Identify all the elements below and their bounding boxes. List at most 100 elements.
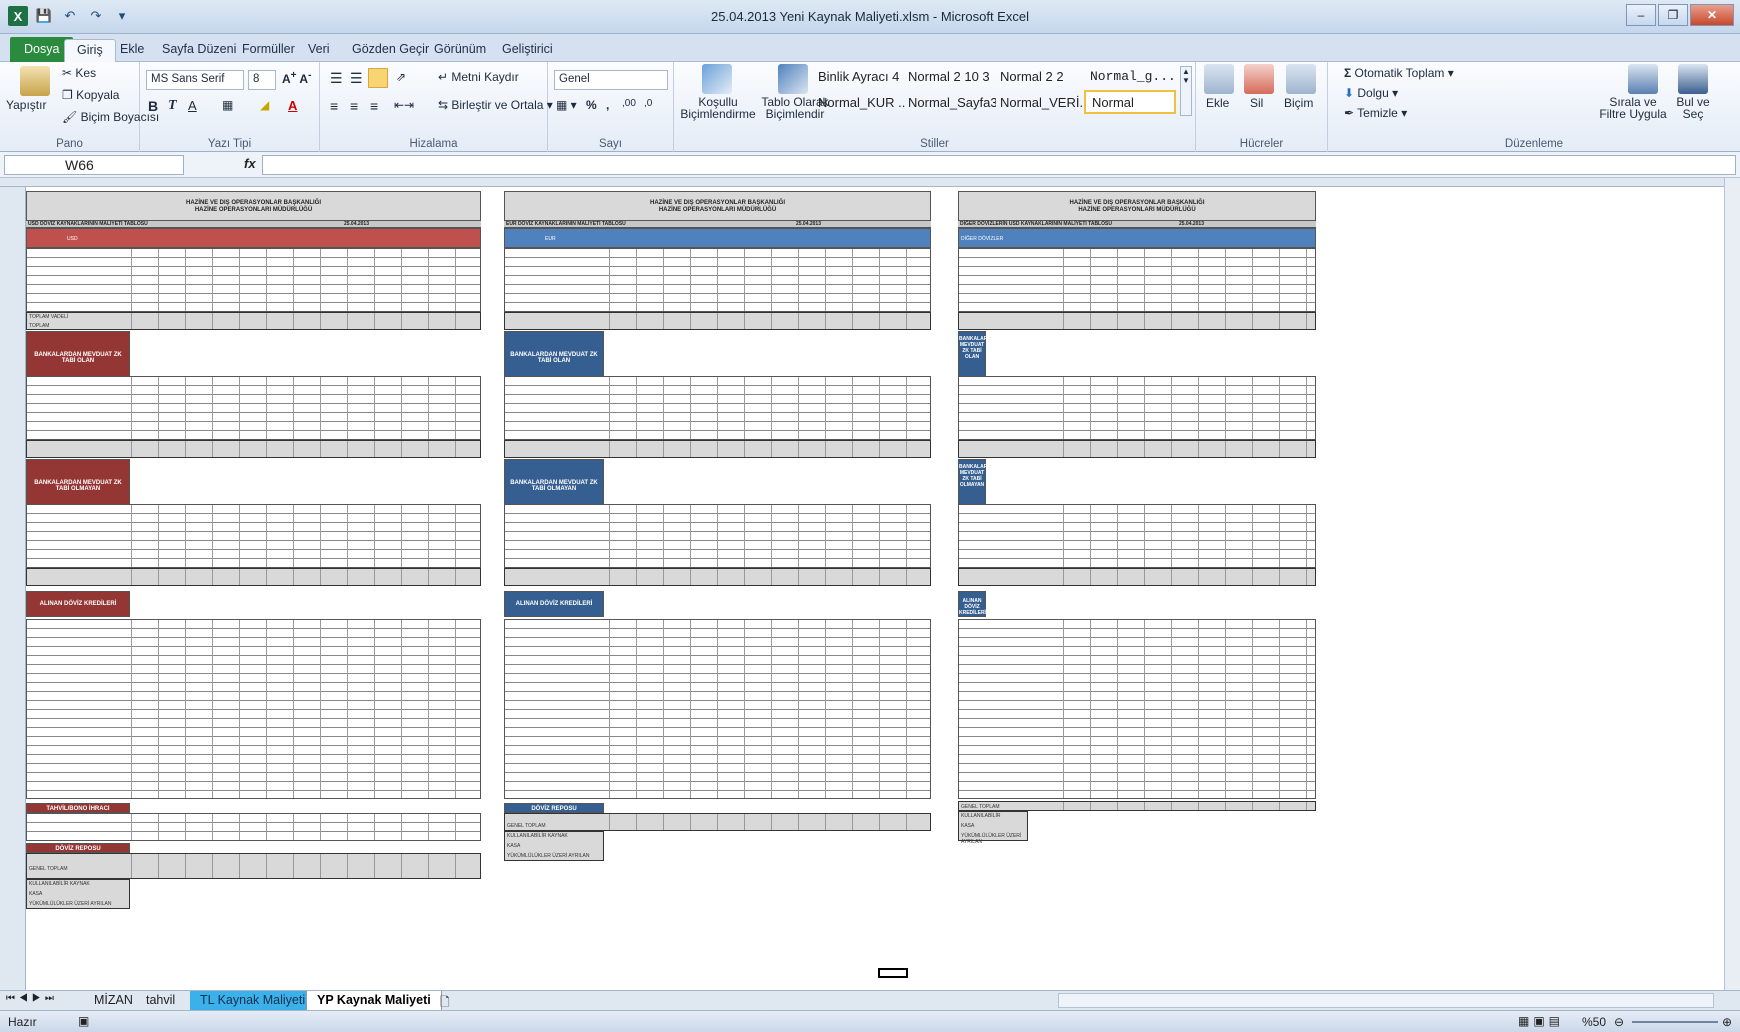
merge-center-button[interactable]: ⇆ Birleştir ve Ortala ▾	[438, 98, 553, 112]
style-normal-2-2[interactable]: Normal 2 2	[994, 66, 1088, 90]
align-bottom-icon[interactable]	[368, 68, 388, 88]
cut-button[interactable]: ✂ Kes	[62, 66, 96, 80]
grid-column-line	[293, 377, 294, 439]
grid-column-line	[131, 620, 132, 798]
insert-function-icon[interactable]: fx	[244, 156, 256, 171]
style-normal-g[interactable]: Normal_g...	[1084, 66, 1178, 90]
comma-icon[interactable]: ,	[606, 98, 609, 112]
insert-cells-icon[interactable]	[1204, 64, 1234, 94]
zoom-in-icon[interactable]: ⊕	[1722, 1015, 1732, 1029]
styles-scroll-icon[interactable]: ▲ ▼	[1180, 66, 1192, 116]
fill-button[interactable]: ⬇ Dolgu ▾	[1344, 86, 1398, 100]
grid-column-line	[1198, 802, 1199, 810]
style-normal-sayfa3[interactable]: Normal_Sayfa3	[902, 92, 996, 116]
underline-button[interactable]: A	[188, 98, 197, 113]
grid-column-line	[374, 505, 375, 567]
grid-column-line	[158, 377, 159, 439]
fill-color-icon[interactable]: ◢	[260, 98, 269, 112]
find-select-button[interactable]: Bul ve Seç	[1670, 96, 1716, 120]
conditional-format-button[interactable]: Koşullu Biçimlendirme	[674, 96, 762, 120]
align-left-icon[interactable]: ≡	[330, 98, 338, 114]
view-buttons-icon[interactable]: ▦▣▤	[1518, 1014, 1564, 1028]
font-color-icon[interactable]: A	[288, 98, 297, 113]
italic-button[interactable]: T	[168, 98, 177, 114]
font-size-select[interactable]: 8	[248, 70, 276, 90]
grid-column-line	[852, 249, 853, 311]
name-box[interactable]: W66	[4, 155, 184, 175]
zoom-slider[interactable]	[1632, 1021, 1718, 1023]
copy-button[interactable]: ❐ Kopyala	[62, 88, 119, 102]
indent-icon[interactable]: ⇤⇥	[394, 98, 414, 112]
paste-icon[interactable]	[20, 66, 50, 96]
minimize-button[interactable]: –	[1626, 4, 1656, 26]
restore-button[interactable]: ❐	[1658, 4, 1688, 26]
align-right-icon[interactable]: ≡	[370, 98, 378, 114]
grid-column-line	[212, 814, 213, 840]
formula-input[interactable]	[262, 155, 1736, 175]
tab-data[interactable]: Veri	[296, 39, 342, 62]
delete-cells-icon[interactable]	[1244, 64, 1274, 94]
bold-button[interactable]: B	[148, 98, 158, 114]
clear-button[interactable]: ✒ Temizle ▾	[1344, 106, 1407, 120]
tab-developer[interactable]: Geliştirici	[490, 39, 565, 62]
style-binlik-ayraci-4[interactable]: Binlik Ayracı 4	[812, 66, 906, 90]
other-currency-cost-table[interactable]: HAZİNE VE DIŞ OPERASYONLAR BAŞKANLIĞI HA…	[958, 191, 1316, 846]
sheet-tab-tl-kaynak[interactable]: TL Kaynak Maliyeti	[190, 991, 316, 1010]
worksheet-grid[interactable]: HAZİNE VE DIŞ OPERASYONLAR BAŞKANLIĞI HA…	[0, 178, 1724, 990]
row-headers[interactable]	[0, 187, 26, 990]
eur-cost-table[interactable]: HAZİNE VE DIŞ OPERASYONLAR BAŞKANLIĞI HA…	[504, 191, 931, 871]
find-select-icon[interactable]	[1678, 64, 1708, 94]
close-button[interactable]: ✕	[1690, 4, 1734, 26]
grid-column-line	[798, 620, 799, 798]
grid-column-line	[1306, 505, 1307, 567]
autosum-button[interactable]: Σ Otomatik Toplam ▾	[1344, 66, 1454, 80]
paste-button[interactable]: Yapıştır	[6, 98, 46, 112]
usd-cost-table[interactable]: HAZİNE VE DIŞ OPERASYONLAR BAŞKANLIĞI HA…	[26, 191, 481, 984]
format-as-table-icon[interactable]	[778, 64, 808, 94]
align-center-icon[interactable]: ≡	[350, 98, 358, 114]
grow-font-icon[interactable]: A+ A-	[282, 70, 311, 86]
grid-column-line	[1306, 441, 1307, 457]
style-normal[interactable]: Normal	[1084, 90, 1176, 114]
percent-icon[interactable]: %	[586, 98, 597, 112]
grid-column-line	[906, 249, 907, 311]
grid-column-line	[663, 505, 664, 567]
zoom-out-icon[interactable]: ⊖	[1614, 1015, 1624, 1029]
conditional-format-icon[interactable]	[702, 64, 732, 94]
sort-filter-icon[interactable]	[1628, 64, 1658, 94]
decrease-decimal-icon[interactable]: ,0	[644, 98, 652, 109]
grid-column-line	[293, 620, 294, 798]
format-cells-icon[interactable]	[1286, 64, 1316, 94]
font-name-select[interactable]: MS Sans Serif	[146, 70, 244, 90]
horizontal-scrollbar[interactable]	[1058, 993, 1714, 1008]
align-middle-icon[interactable]: ☰	[350, 70, 363, 87]
insert-cells-button[interactable]: Ekle	[1206, 96, 1229, 110]
sheet-tab-yp-kaynak[interactable]: YP Kaynak Maliyeti	[306, 991, 442, 1010]
sheet-tab-mizan[interactable]: MİZAN	[84, 991, 143, 1010]
currency-icon[interactable]: ▦ ▾	[556, 98, 577, 112]
style-normal-kur[interactable]: Normal_KUR ...	[812, 92, 906, 116]
macro-record-icon[interactable]: ▣	[78, 1014, 89, 1028]
wrap-text-button[interactable]: ↵ Metni Kaydır	[438, 70, 519, 84]
status-ready: Hazır	[8, 1015, 37, 1029]
style-normal-2-10-3[interactable]: Normal 2 10 3	[902, 66, 996, 90]
sheet-tab-tahvil[interactable]: tahvil	[136, 991, 185, 1010]
vertical-scrollbar[interactable]	[1724, 178, 1740, 990]
zoom-level[interactable]: %50	[1582, 1015, 1606, 1029]
delete-cells-button[interactable]: Sil	[1250, 96, 1263, 110]
format-cells-button[interactable]: Biçim	[1284, 96, 1313, 110]
active-cell-selection[interactable]	[878, 968, 908, 978]
orientation-icon[interactable]: ⇗	[396, 70, 406, 84]
column-headers[interactable]	[0, 178, 1724, 187]
tab-view[interactable]: Görünüm	[422, 39, 498, 62]
style-normal-veri[interactable]: Normal_VERİ...	[994, 92, 1088, 116]
align-top-icon[interactable]: ☰	[330, 70, 343, 87]
sheet-nav-arrows-icon[interactable]: ⏮◀▶⏭	[6, 993, 58, 1004]
borders-icon[interactable]: ▦	[222, 98, 233, 112]
grid-column-line	[609, 569, 610, 585]
number-format-select[interactable]: Genel	[554, 70, 668, 90]
grid-column-line	[1225, 569, 1226, 585]
sort-filter-button[interactable]: Sırala ve Filtre Uygula	[1596, 96, 1670, 120]
increase-decimal-icon[interactable]: ,00	[622, 98, 636, 109]
grid-column-line	[1090, 620, 1091, 798]
